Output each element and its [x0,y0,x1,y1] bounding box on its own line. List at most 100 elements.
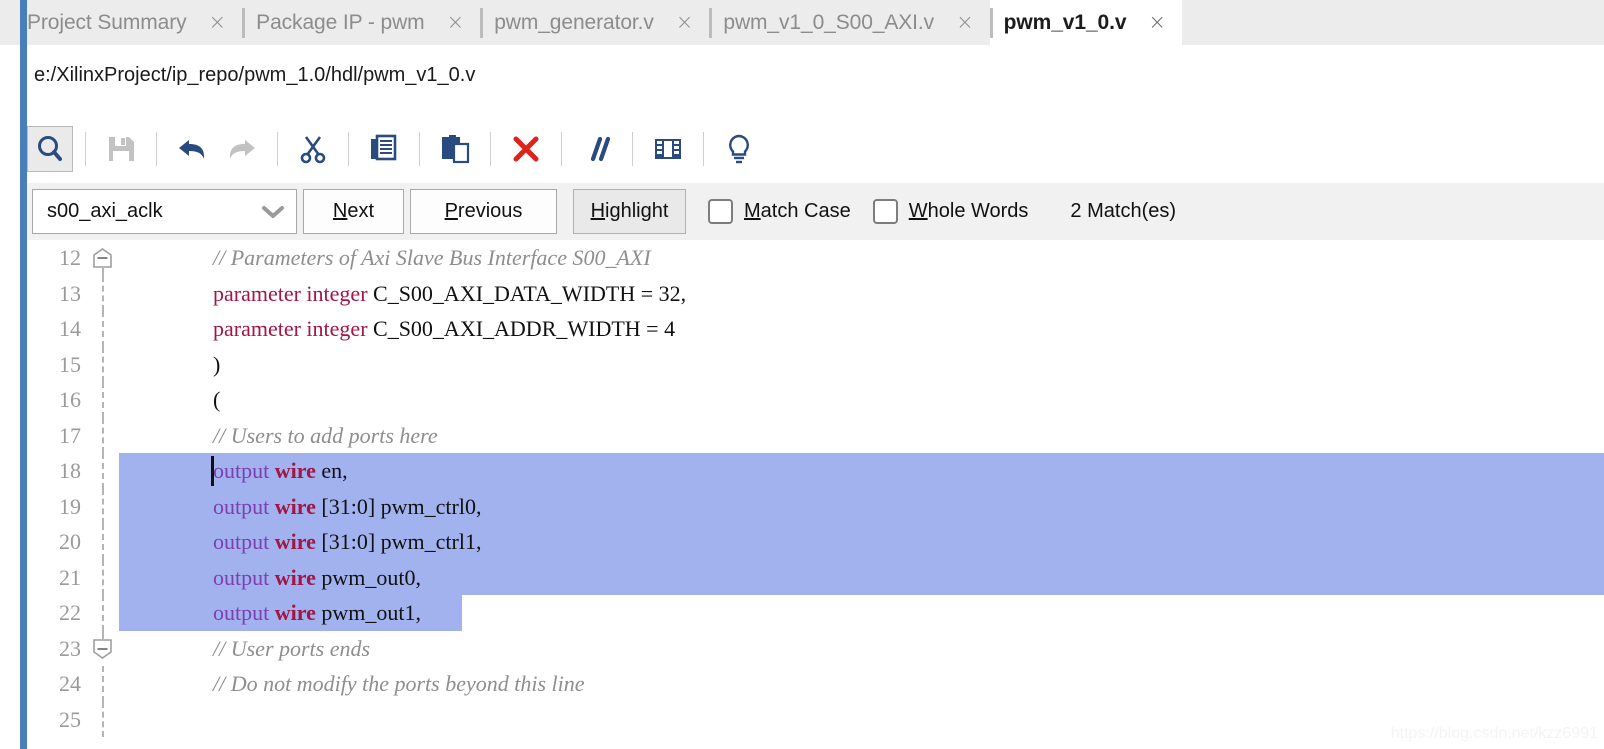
match-case-label: Match Case [744,200,851,222]
match-case-box[interactable] [708,199,733,224]
close-icon[interactable]: × [447,12,465,33]
split-view-button[interactable] [645,126,691,172]
undo-button[interactable] [169,126,215,172]
code-line-text[interactable]: parameter integer C_S00_AXI_DATA_WIDTH =… [119,276,1604,312]
fold-guide-line [102,630,104,639]
toolbar-separator [156,132,157,166]
search-button[interactable] [27,126,73,172]
line-number: 17 [59,422,81,448]
paste-icon [439,133,471,165]
code-line[interactable]: 17 // Users to add ports here [27,417,1604,454]
code-line-text[interactable]: ) [119,347,1604,383]
code-line[interactable]: 20 output wire [31:0] pwm_ctrl1, [27,524,1604,560]
editor-tab-2[interactable]: Package IP - pwm × [242,0,481,45]
line-number: 21 [59,564,81,590]
fold-column [87,346,119,382]
code-line[interactable]: 23 // User ports ends [27,630,1604,667]
bulb-icon [723,133,755,165]
paste-button[interactable] [432,126,478,172]
close-icon[interactable]: × [676,12,694,33]
find-next-label: ext [347,200,375,222]
copy-button[interactable] [361,126,407,172]
tab-separator [480,7,484,38]
left-accent-rail [20,0,27,749]
fold-guide-line [102,311,104,347]
close-icon[interactable]: × [1148,12,1166,33]
find-next-button[interactable]: Next [303,189,404,234]
cut-icon [297,133,329,165]
fold-column [87,488,119,524]
token-plain: en, [321,458,348,483]
line-number: 13 [59,280,81,306]
editor-tab-5[interactable]: pwm_v1_0.v × [989,0,1183,45]
code-line-text[interactable]: output wire en, [119,453,1604,489]
code-line-text[interactable]: output wire [31:0] pwm_ctrl1, [119,524,1604,560]
code-line[interactable]: 18 output wire en, [27,453,1604,489]
code-line[interactable]: 19 output wire [31:0] pwm_ctrl0, [27,488,1604,524]
chevron-down-icon[interactable] [260,204,286,220]
tab-separator [709,7,713,38]
tab-label: Project Summary [27,10,187,34]
fold-start-icon[interactable] [92,248,113,268]
fold-guide-line [102,701,104,737]
code-line[interactable]: 14 parameter integer C_S00_AXI_ADDR_WIDTH… [27,311,1604,347]
search-combobox[interactable]: s00_axi_aclk [32,189,297,234]
fold-column [87,524,119,560]
code-editor[interactable]: 12 // Parameters of Axi Slave Bus Interfa… [27,240,1604,749]
bulb-button[interactable] [716,126,762,172]
code-line-text[interactable]: output wire pwm_out0, [119,559,1604,595]
code-line[interactable]: 12 // Parameters of Axi Slave Bus Interfa… [27,240,1604,276]
code-line-text[interactable]: // User ports ends [119,631,1604,667]
code-line-text[interactable]: // Parameters of Axi Slave Bus Interface… [119,240,1604,276]
search-input[interactable]: s00_axi_aclk [47,200,260,223]
tab-label: pwm_v1_0.v [1003,10,1127,34]
code-line-text[interactable]: parameter integer C_S00_AXI_ADDR_WIDTH =… [119,311,1604,347]
fold-guide-line [102,382,104,418]
code-line[interactable]: 24 // Do not modify the ports beyond this… [27,666,1604,702]
code-line-text[interactable]: // Do not modify the ports beyond this l… [119,666,1604,702]
tab-label: pwm_generator.v [494,10,654,34]
editor-tab-3[interactable]: pwm_generator.v × [480,0,710,45]
tabbar-filler [1182,0,1604,45]
code-line[interactable]: 25 [27,701,1604,738]
whole-words-checkbox[interactable]: Whole Words [872,199,1029,224]
close-icon[interactable]: × [956,12,974,33]
whole-words-label: Whole Words [908,200,1029,222]
save-icon [105,133,137,165]
find-bar: s00_axi_aclk Next Previous Highlight Mat… [27,183,1604,240]
highlight-label: ighlight [605,200,669,222]
code-line-text[interactable]: ( [119,382,1604,418]
code-line[interactable]: 16 ( [27,382,1604,418]
token-plain: ( [213,387,221,412]
code-tokens: output wire [31:0] pwm_ctrl1, [119,529,481,554]
code-line-text[interactable]: // Users to add ports here [119,418,1604,454]
find-previous-button[interactable]: Previous [410,189,557,234]
editor-tab-1[interactable]: Project Summary × [27,0,243,45]
toolbar-separator [419,132,420,166]
comment-button[interactable] [574,126,620,172]
code-tokens: parameter integer C_S00_AXI_ADDR_WIDTH =… [119,316,675,341]
match-case-checkbox[interactable]: Match Case [708,199,851,224]
delete-button[interactable] [503,126,549,172]
code-line[interactable]: 22 output wire pwm_out1, [27,595,1604,631]
editor-tab-4[interactable]: pwm_v1_0_S00_AXI.v × [709,0,990,45]
token-plain: pwm_out0, [321,564,421,590]
code-line-text[interactable] [119,702,1604,738]
fold-end-icon[interactable] [92,638,113,659]
toolbar-separator [348,132,349,166]
fold-column [87,630,119,667]
code-line-text[interactable]: output wire [31:0] pwm_ctrl0, [119,488,1604,524]
search-icon [34,133,66,165]
toolbar-separator [561,132,562,166]
highlight-button[interactable]: Highlight [573,189,686,234]
cut-button[interactable] [290,126,336,172]
code-line[interactable]: 15) [27,346,1604,383]
fold-guide-line [102,346,104,382]
close-icon[interactable]: × [209,12,227,33]
code-line-text[interactable]: output wire pwm_out1, [119,595,1604,631]
code-line[interactable]: 21 output wire pwm_out0, [27,559,1604,595]
code-line[interactable]: 13 parameter integer C_S00_AXI_DATA_WIDTH… [27,275,1604,312]
whole-words-box[interactable] [872,199,898,224]
line-number: 24 [59,671,81,696]
undo-icon [176,133,208,165]
